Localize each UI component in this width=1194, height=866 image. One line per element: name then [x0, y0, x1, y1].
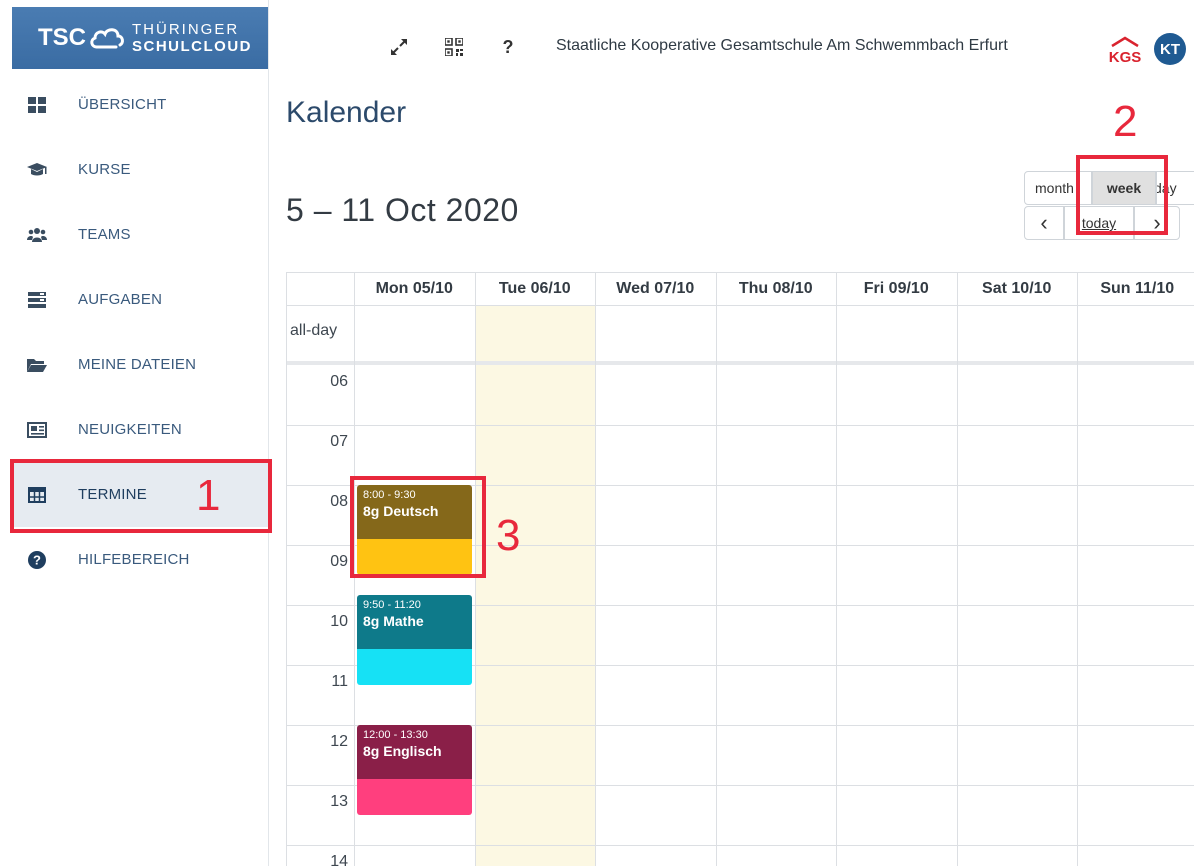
sidebar-item-termine[interactable]: TERMINE — [12, 462, 268, 527]
view-month-label: month — [1035, 180, 1074, 196]
prev-button[interactable]: ‹ — [1024, 206, 1064, 240]
annotation-number-2: 2 — [1113, 97, 1138, 146]
svg-text:?: ? — [33, 552, 41, 567]
sidebar-item-label: ÜBERSICHT — [78, 96, 167, 113]
brand-short: TSC — [38, 24, 86, 51]
grid-line — [715, 272, 717, 866]
grid-line — [1077, 272, 1078, 866]
hour-label: 10 — [330, 613, 348, 630]
newspaper-icon — [26, 419, 48, 441]
calendar-event[interactable]: 12:00 - 13:30 8g Englisch — [357, 725, 472, 815]
event-title: 8g Deutsch — [363, 503, 439, 519]
fullscreen-icon[interactable] — [386, 36, 412, 58]
hour-label: 12 — [330, 733, 348, 750]
sidebar-item-label: NEUIGKEITEN — [78, 421, 182, 438]
sidebar-item-label: HILFEBEREICH — [78, 551, 190, 568]
day-column-header[interactable]: Mon 05/10 — [354, 272, 475, 305]
brand-line1: THÜRINGER — [132, 21, 240, 38]
event-time: 12:00 - 13:30 — [363, 729, 428, 741]
calendar-table-icon — [26, 484, 48, 506]
day-column-header[interactable]: Thu 08/10 — [716, 272, 837, 305]
grid-line — [286, 425, 1194, 426]
sidebar-item-label: KURSE — [78, 161, 131, 178]
day-column-header[interactable]: Fri 09/10 — [836, 272, 957, 305]
school-name: Staatliche Kooperative Gesamtschule Am S… — [556, 37, 1008, 54]
help-icon[interactable]: ? — [500, 36, 516, 58]
sidebar-item-teams[interactable]: TEAMS — [12, 202, 268, 267]
sidebar-item-neuigkeiten[interactable]: NEUIGKEITEN — [12, 397, 268, 462]
sidebar-item-label: TERMINE — [78, 486, 147, 503]
dashboard-icon — [26, 94, 48, 116]
view-day-button[interactable]: day — [1156, 171, 1194, 205]
calendar-grid: 06 07 08 09 10 11 12 13 14 Mon 05/10 Tue 06/10 Wed … — [286, 272, 1194, 866]
grid-line — [595, 272, 596, 866]
event-time: 8:00 - 9:30 — [363, 489, 416, 501]
avatar[interactable]: KT — [1154, 33, 1186, 65]
hour-label: 13 — [330, 793, 348, 810]
hour-label: 11 — [331, 673, 348, 690]
grid-line — [286, 305, 1194, 306]
chevron-right-icon: › — [1153, 210, 1161, 235]
event-title: 8g Mathe — [363, 612, 424, 629]
sidebar-item-aufgaben[interactable]: AUFGABEN — [12, 267, 268, 332]
tasks-icon — [26, 289, 48, 311]
question-circle-icon: ? — [26, 549, 48, 571]
calendar-event[interactable]: 9:50 - 11:20 8g Mathe — [357, 594, 472, 685]
all-day-label: all-day — [290, 322, 338, 339]
grid-line — [286, 845, 1194, 846]
sidebar-item-hilfebereich[interactable]: ? HILFEBEREICH — [12, 527, 268, 592]
sidebar-nav: ÜBERSICHT KURSE TEAMS AUFGABEN MEINE DAT… — [12, 72, 268, 592]
grid-line — [956, 272, 958, 866]
day-column-header[interactable]: Sat 10/10 — [957, 272, 1078, 305]
sidebar: TSC THÜRINGER SCHULCLOUD ÜBERSICHT KURSE — [0, 0, 269, 866]
today-column-highlight — [474, 305, 595, 866]
hour-label: 08 — [330, 493, 348, 510]
today-button[interactable]: today — [1064, 206, 1134, 240]
event-header: 8:00 - 9:30 8g Deutsch — [357, 485, 472, 539]
view-month-button[interactable]: month — [1024, 171, 1092, 205]
hour-label: 06 — [330, 373, 348, 390]
school-logo-text: KGS — [1109, 49, 1142, 64]
hour-label: 07 — [330, 433, 348, 450]
brand-logo[interactable]: TSC THÜRINGER SCHULCLOUD — [12, 7, 268, 69]
day-column-header[interactable]: Tue 06/10 — [475, 272, 596, 305]
sidebar-item-label: MEINE DATEIEN — [78, 356, 197, 373]
event-color-band — [357, 539, 472, 575]
grid-line — [474, 272, 476, 866]
sidebar-item-label: AUFGABEN — [78, 291, 163, 308]
event-title: 8g Englisch — [363, 743, 442, 759]
view-week-button[interactable]: week — [1092, 171, 1156, 205]
school-logo-icon: KGS — [1109, 36, 1142, 64]
view-day-label: day — [1156, 180, 1177, 196]
event-header: 12:00 - 13:30 8g Englisch — [357, 725, 472, 779]
day-column-header[interactable]: Sun 11/10 — [1077, 272, 1194, 305]
brand-name: THÜRINGER SCHULCLOUD — [132, 21, 252, 55]
chevron-left-icon: ‹ — [1040, 210, 1048, 235]
qr-code-icon[interactable] — [444, 36, 464, 58]
calendar-event[interactable]: 8:00 - 9:30 8g Deutsch — [357, 485, 472, 575]
cloud-logo-icon — [90, 28, 124, 49]
grid-line — [836, 272, 837, 866]
grid-line — [286, 272, 287, 866]
brand-line2: SCHULCLOUD — [132, 38, 252, 55]
grid-line — [286, 361, 1194, 365]
hour-label: 14 — [330, 853, 348, 866]
graduation-cap-icon — [26, 159, 48, 181]
next-button[interactable]: › — [1134, 206, 1180, 240]
sidebar-item-label: TEAMS — [78, 226, 131, 243]
sidebar-item-uebersicht[interactable]: ÜBERSICHT — [12, 72, 268, 137]
page-title: Kalender — [286, 96, 407, 129]
grid-line — [354, 272, 355, 866]
event-header: 9:50 - 11:20 8g Mathe — [357, 594, 472, 649]
hour-label: 09 — [330, 553, 348, 570]
sidebar-item-meine-dateien[interactable]: MEINE DATEIEN — [12, 332, 268, 397]
sidebar-item-kurse[interactable]: KURSE — [12, 137, 268, 202]
event-time: 9:50 - 11:20 — [363, 598, 421, 611]
users-icon — [26, 224, 48, 246]
day-column-header[interactable]: Wed 07/10 — [595, 272, 716, 305]
folder-icon — [26, 354, 48, 376]
event-color-band — [357, 648, 472, 685]
event-color-band — [357, 779, 472, 815]
date-range-title: 5 – 11 Oct 2020 — [286, 192, 519, 228]
